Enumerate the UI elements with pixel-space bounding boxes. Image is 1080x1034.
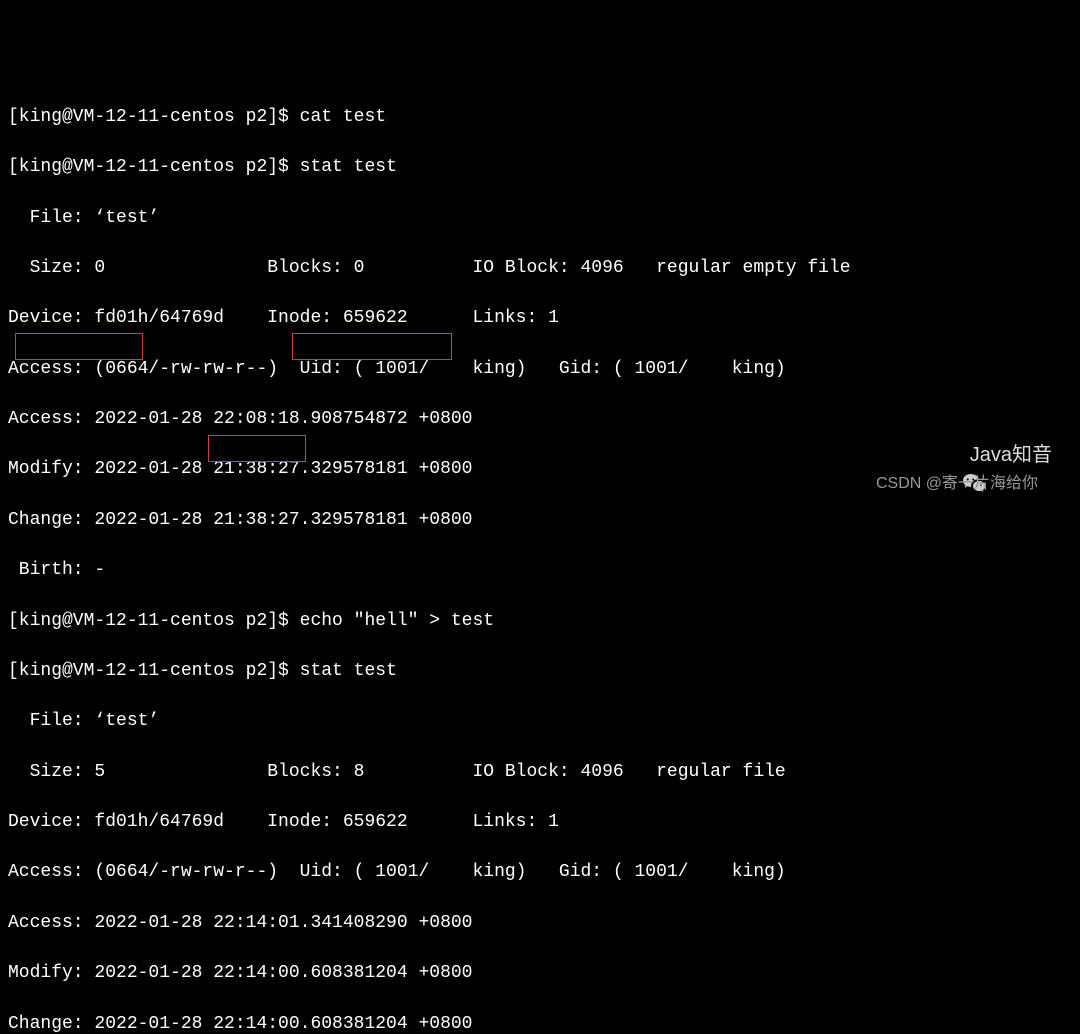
stat2-access-perm: Access: (0664/-rw-rw-r--) Uid: ( 1001/ k… bbox=[8, 860, 1072, 885]
terminal-line-cmd-echo: [king@VM-12-11-centos p2]$ echo "hell" >… bbox=[8, 609, 1072, 634]
stat1-size: Size: 0 Blocks: 0 IO Block: 4096 regular… bbox=[8, 256, 1072, 281]
watermark-java: Java知音 bbox=[940, 441, 1052, 469]
stat1-change-time: Change: 2022-01-28 21:38:27.329578181 +0… bbox=[8, 508, 1072, 533]
stat1-device: Device: fd01h/64769d Inode: 659622 Links… bbox=[8, 306, 1072, 331]
stat1-birth: Birth: - bbox=[8, 558, 1072, 583]
cmd-echo: echo "hell" > test bbox=[300, 611, 494, 631]
prompt: [king@VM-12-11-centos p2]$ bbox=[8, 611, 300, 631]
watermark-java-text: Java知音 bbox=[970, 441, 1052, 469]
terminal-line-cmd-stat1: [king@VM-12-11-centos p2]$ stat test bbox=[8, 155, 1072, 180]
wechat-icon bbox=[940, 443, 964, 467]
stat2-modify-time: Modify: 2022-01-28 22:14:00.608381204 +0… bbox=[8, 961, 1072, 986]
stat2-file: File: ‘test’ bbox=[8, 709, 1072, 734]
stat1-file: File: ‘test’ bbox=[8, 206, 1072, 231]
stat2-device: Device: fd01h/64769d Inode: 659622 Links… bbox=[8, 810, 1072, 835]
stat2-access-time: Access: 2022-01-28 22:14:01.341408290 +0… bbox=[8, 911, 1072, 936]
terminal-line-cmd-cat: [king@VM-12-11-centos p2]$ cat test bbox=[8, 105, 1072, 130]
cmd-stat: stat test bbox=[300, 661, 397, 681]
stat2-size: Size: 5 Blocks: 8 IO Block: 4096 regular… bbox=[8, 760, 1072, 785]
prompt: [king@VM-12-11-centos p2]$ bbox=[8, 157, 300, 177]
prompt: [king@VM-12-11-centos p2]$ bbox=[8, 661, 300, 681]
stat1-access-perm: Access: (0664/-rw-rw-r--) Uid: ( 1001/ k… bbox=[8, 357, 1072, 382]
prompt: [king@VM-12-11-centos p2]$ bbox=[8, 107, 300, 127]
watermark-csdn: CSDN @寄一片海给你 bbox=[876, 473, 1038, 495]
cmd-cat: cat test bbox=[300, 107, 386, 127]
terminal-line-cmd-stat2: [king@VM-12-11-centos p2]$ stat test bbox=[8, 659, 1072, 684]
stat2-change-time: Change: 2022-01-28 22:14:00.608381204 +0… bbox=[8, 1012, 1072, 1034]
stat1-access-time: Access: 2022-01-28 22:08:18.908754872 +0… bbox=[8, 407, 1072, 432]
cmd-stat: stat test bbox=[300, 157, 397, 177]
